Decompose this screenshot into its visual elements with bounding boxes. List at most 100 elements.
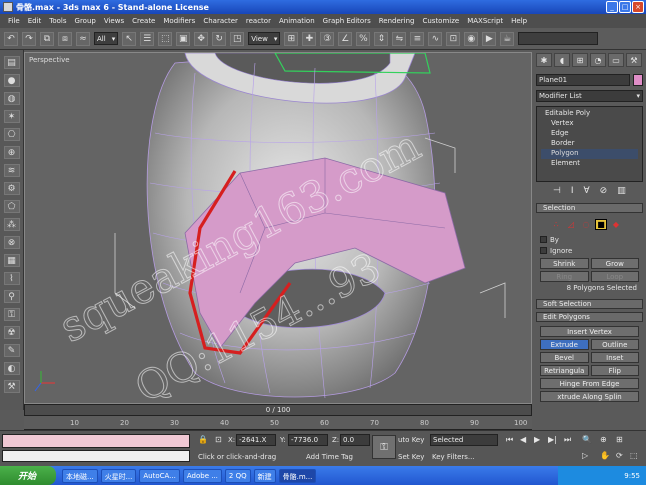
percent-snap-icon[interactable]: % bbox=[356, 31, 371, 46]
spacewarp-icon[interactable]: ≋ bbox=[3, 164, 20, 177]
vertex-mode-icon[interactable]: ∴ bbox=[550, 219, 562, 230]
box-icon[interactable]: ▤ bbox=[3, 56, 20, 69]
maxscript-input[interactable] bbox=[2, 450, 190, 462]
go-to-start-icon[interactable]: ⏮ bbox=[506, 435, 513, 445]
redo-icon[interactable]: ↷ bbox=[22, 31, 36, 46]
border-mode-icon[interactable]: ◌ bbox=[580, 219, 592, 230]
zoom-all-icon[interactable]: ⊕ bbox=[600, 435, 607, 444]
window-crossing-icon[interactable]: ▣ bbox=[176, 31, 191, 46]
field-of-view-icon[interactable]: ▷ bbox=[582, 451, 588, 460]
absolute-mode-icon[interactable]: ⊡ bbox=[215, 435, 222, 444]
task-button[interactable]: 火星时... bbox=[100, 468, 137, 483]
inset-button[interactable]: Inset bbox=[590, 352, 639, 363]
menu-maxscript[interactable]: MAXScript bbox=[463, 17, 507, 25]
create-tab-icon[interactable]: ✱ bbox=[536, 53, 552, 67]
selection-filter-select[interactable]: All ▾ bbox=[94, 32, 119, 45]
angle-snap-icon[interactable]: ∠ bbox=[338, 31, 353, 46]
task-button[interactable]: 本地磁... bbox=[62, 468, 98, 483]
task-button[interactable]: 2 QQ bbox=[224, 468, 251, 483]
show-end-result-icon[interactable]: I bbox=[571, 186, 574, 196]
pivot-icon[interactable]: ⊞ bbox=[284, 31, 299, 46]
tray-clock[interactable]: 9:55 bbox=[624, 472, 640, 480]
helper-icon[interactable]: ⊕ bbox=[3, 146, 20, 159]
grow-button[interactable]: Grow bbox=[590, 258, 639, 269]
stack-item-polygon[interactable]: Polygon bbox=[541, 149, 638, 159]
ring-button[interactable]: Ring bbox=[540, 271, 589, 282]
bone-icon[interactable]: ⚿ bbox=[3, 308, 20, 321]
pin-stack-icon[interactable]: ⊣ bbox=[553, 186, 561, 196]
stack-item-edge[interactable]: Edge bbox=[541, 129, 638, 139]
menu-edit[interactable]: Edit bbox=[24, 17, 46, 25]
viewport-label[interactable]: Perspective bbox=[29, 56, 70, 64]
x-coordinate-field[interactable]: -2641.X bbox=[236, 434, 276, 446]
select-by-name-icon[interactable]: ☰ bbox=[140, 31, 155, 46]
y-coordinate-field[interactable]: -7736.0 bbox=[288, 434, 328, 446]
minimize-button[interactable]: _ bbox=[606, 1, 618, 13]
zoom-icon[interactable]: 🔍 bbox=[582, 435, 592, 444]
extrude-button[interactable]: Extrude bbox=[540, 339, 589, 350]
link-icon[interactable]: ⧉ bbox=[40, 31, 54, 46]
hinge-from-edge-button[interactable]: Hinge From Edge bbox=[540, 378, 639, 389]
zoom-extents-icon[interactable]: ⊞ bbox=[616, 435, 623, 444]
time-slider[interactable]: 0 / 100 bbox=[24, 404, 532, 416]
menu-views[interactable]: Views bbox=[100, 17, 128, 25]
render-type-select[interactable] bbox=[518, 32, 599, 45]
pan-icon[interactable]: ✋ bbox=[600, 451, 610, 460]
close-button[interactable]: × bbox=[632, 1, 644, 13]
menu-character[interactable]: Character bbox=[199, 17, 242, 25]
retriangulate-button[interactable]: Retriangula bbox=[540, 365, 589, 376]
sphere-icon[interactable]: ● bbox=[3, 74, 20, 87]
outline-button[interactable]: Outline bbox=[590, 339, 639, 350]
render-icon[interactable]: ◐ bbox=[3, 362, 20, 375]
reactor-icon[interactable]: ☢ bbox=[3, 326, 20, 339]
extrude-along-spline-button[interactable]: xtrude Along Splin bbox=[540, 391, 639, 402]
insert-vertex-button[interactable]: Insert Vertex bbox=[540, 326, 639, 337]
teapot-icon[interactable]: ◍ bbox=[3, 92, 20, 105]
edge-mode-icon[interactable]: ◿ bbox=[565, 219, 577, 230]
display-tab-icon[interactable]: ▭ bbox=[608, 53, 624, 67]
flip-button[interactable]: Flip bbox=[590, 365, 639, 376]
polygon-mode-icon[interactable]: ■ bbox=[595, 219, 607, 230]
set-key-button[interactable]: Set Key bbox=[398, 453, 424, 461]
stack-item-element[interactable]: Element bbox=[541, 159, 638, 169]
schematic-icon[interactable]: ⊡ bbox=[446, 31, 461, 46]
selection-rollout-header[interactable]: Selection bbox=[536, 203, 643, 213]
edit-polygons-rollout-header[interactable]: Edit Polygons bbox=[536, 312, 643, 322]
bind-spacewarp-icon[interactable]: ≈ bbox=[76, 31, 90, 46]
soft-selection-rollout-header[interactable]: Soft Selection bbox=[536, 299, 643, 309]
object-name-field[interactable]: Plane01 bbox=[536, 74, 630, 86]
task-button[interactable]: AutoCA... bbox=[139, 468, 180, 483]
configure-sets-icon[interactable]: ▥ bbox=[617, 186, 626, 196]
snap-icon[interactable]: ③ bbox=[320, 31, 335, 46]
menu-group[interactable]: Group bbox=[71, 17, 100, 25]
shape-icon[interactable]: ⬠ bbox=[3, 200, 20, 213]
rotate-icon[interactable]: ↻ bbox=[212, 31, 227, 46]
nurbs-icon[interactable]: ⌇ bbox=[3, 272, 20, 285]
set-key-icon[interactable]: ⚿ bbox=[372, 435, 396, 459]
previous-frame-icon[interactable]: ◀ bbox=[520, 435, 526, 444]
next-frame-icon[interactable]: ▶| bbox=[548, 435, 557, 444]
hierarchy-tab-icon[interactable]: ⊞ bbox=[572, 53, 588, 67]
menu-rendering[interactable]: Rendering bbox=[375, 17, 419, 25]
region-select-icon[interactable]: ⬚ bbox=[158, 31, 173, 46]
lock-selection-icon[interactable]: 🔒 bbox=[198, 435, 208, 444]
perspective-viewport[interactable]: squeaking163.com QQ:1154...93 Perspectiv… bbox=[24, 52, 532, 404]
unlink-icon[interactable]: ⧈ bbox=[58, 31, 72, 46]
maximize-viewport-icon[interactable]: ⬚ bbox=[630, 451, 638, 460]
select-object-icon[interactable]: ↖ bbox=[122, 31, 137, 46]
shrink-button[interactable]: Shrink bbox=[540, 258, 589, 269]
bevel-button[interactable]: Bevel bbox=[540, 352, 589, 363]
motion-tab-icon[interactable]: ◔ bbox=[590, 53, 606, 67]
task-button[interactable]: Adobe ... bbox=[182, 468, 222, 483]
utility-icon[interactable]: ⚒ bbox=[3, 380, 20, 393]
start-button[interactable]: 开始 bbox=[0, 466, 56, 485]
element-mode-icon[interactable]: ◆ bbox=[610, 219, 622, 230]
menu-modifiers[interactable]: Modifiers bbox=[159, 17, 199, 25]
menu-reactor[interactable]: reactor bbox=[242, 17, 275, 25]
material-editor-icon[interactable]: ◉ bbox=[464, 31, 479, 46]
light-icon[interactable]: ✶ bbox=[3, 110, 20, 123]
menu-graph-editors[interactable]: Graph Editors bbox=[319, 17, 375, 25]
key-filters-button[interactable]: Key Filters... bbox=[432, 453, 475, 461]
make-unique-icon[interactable]: ∀ bbox=[584, 186, 590, 196]
go-to-end-icon[interactable]: ⏭ bbox=[564, 435, 571, 445]
